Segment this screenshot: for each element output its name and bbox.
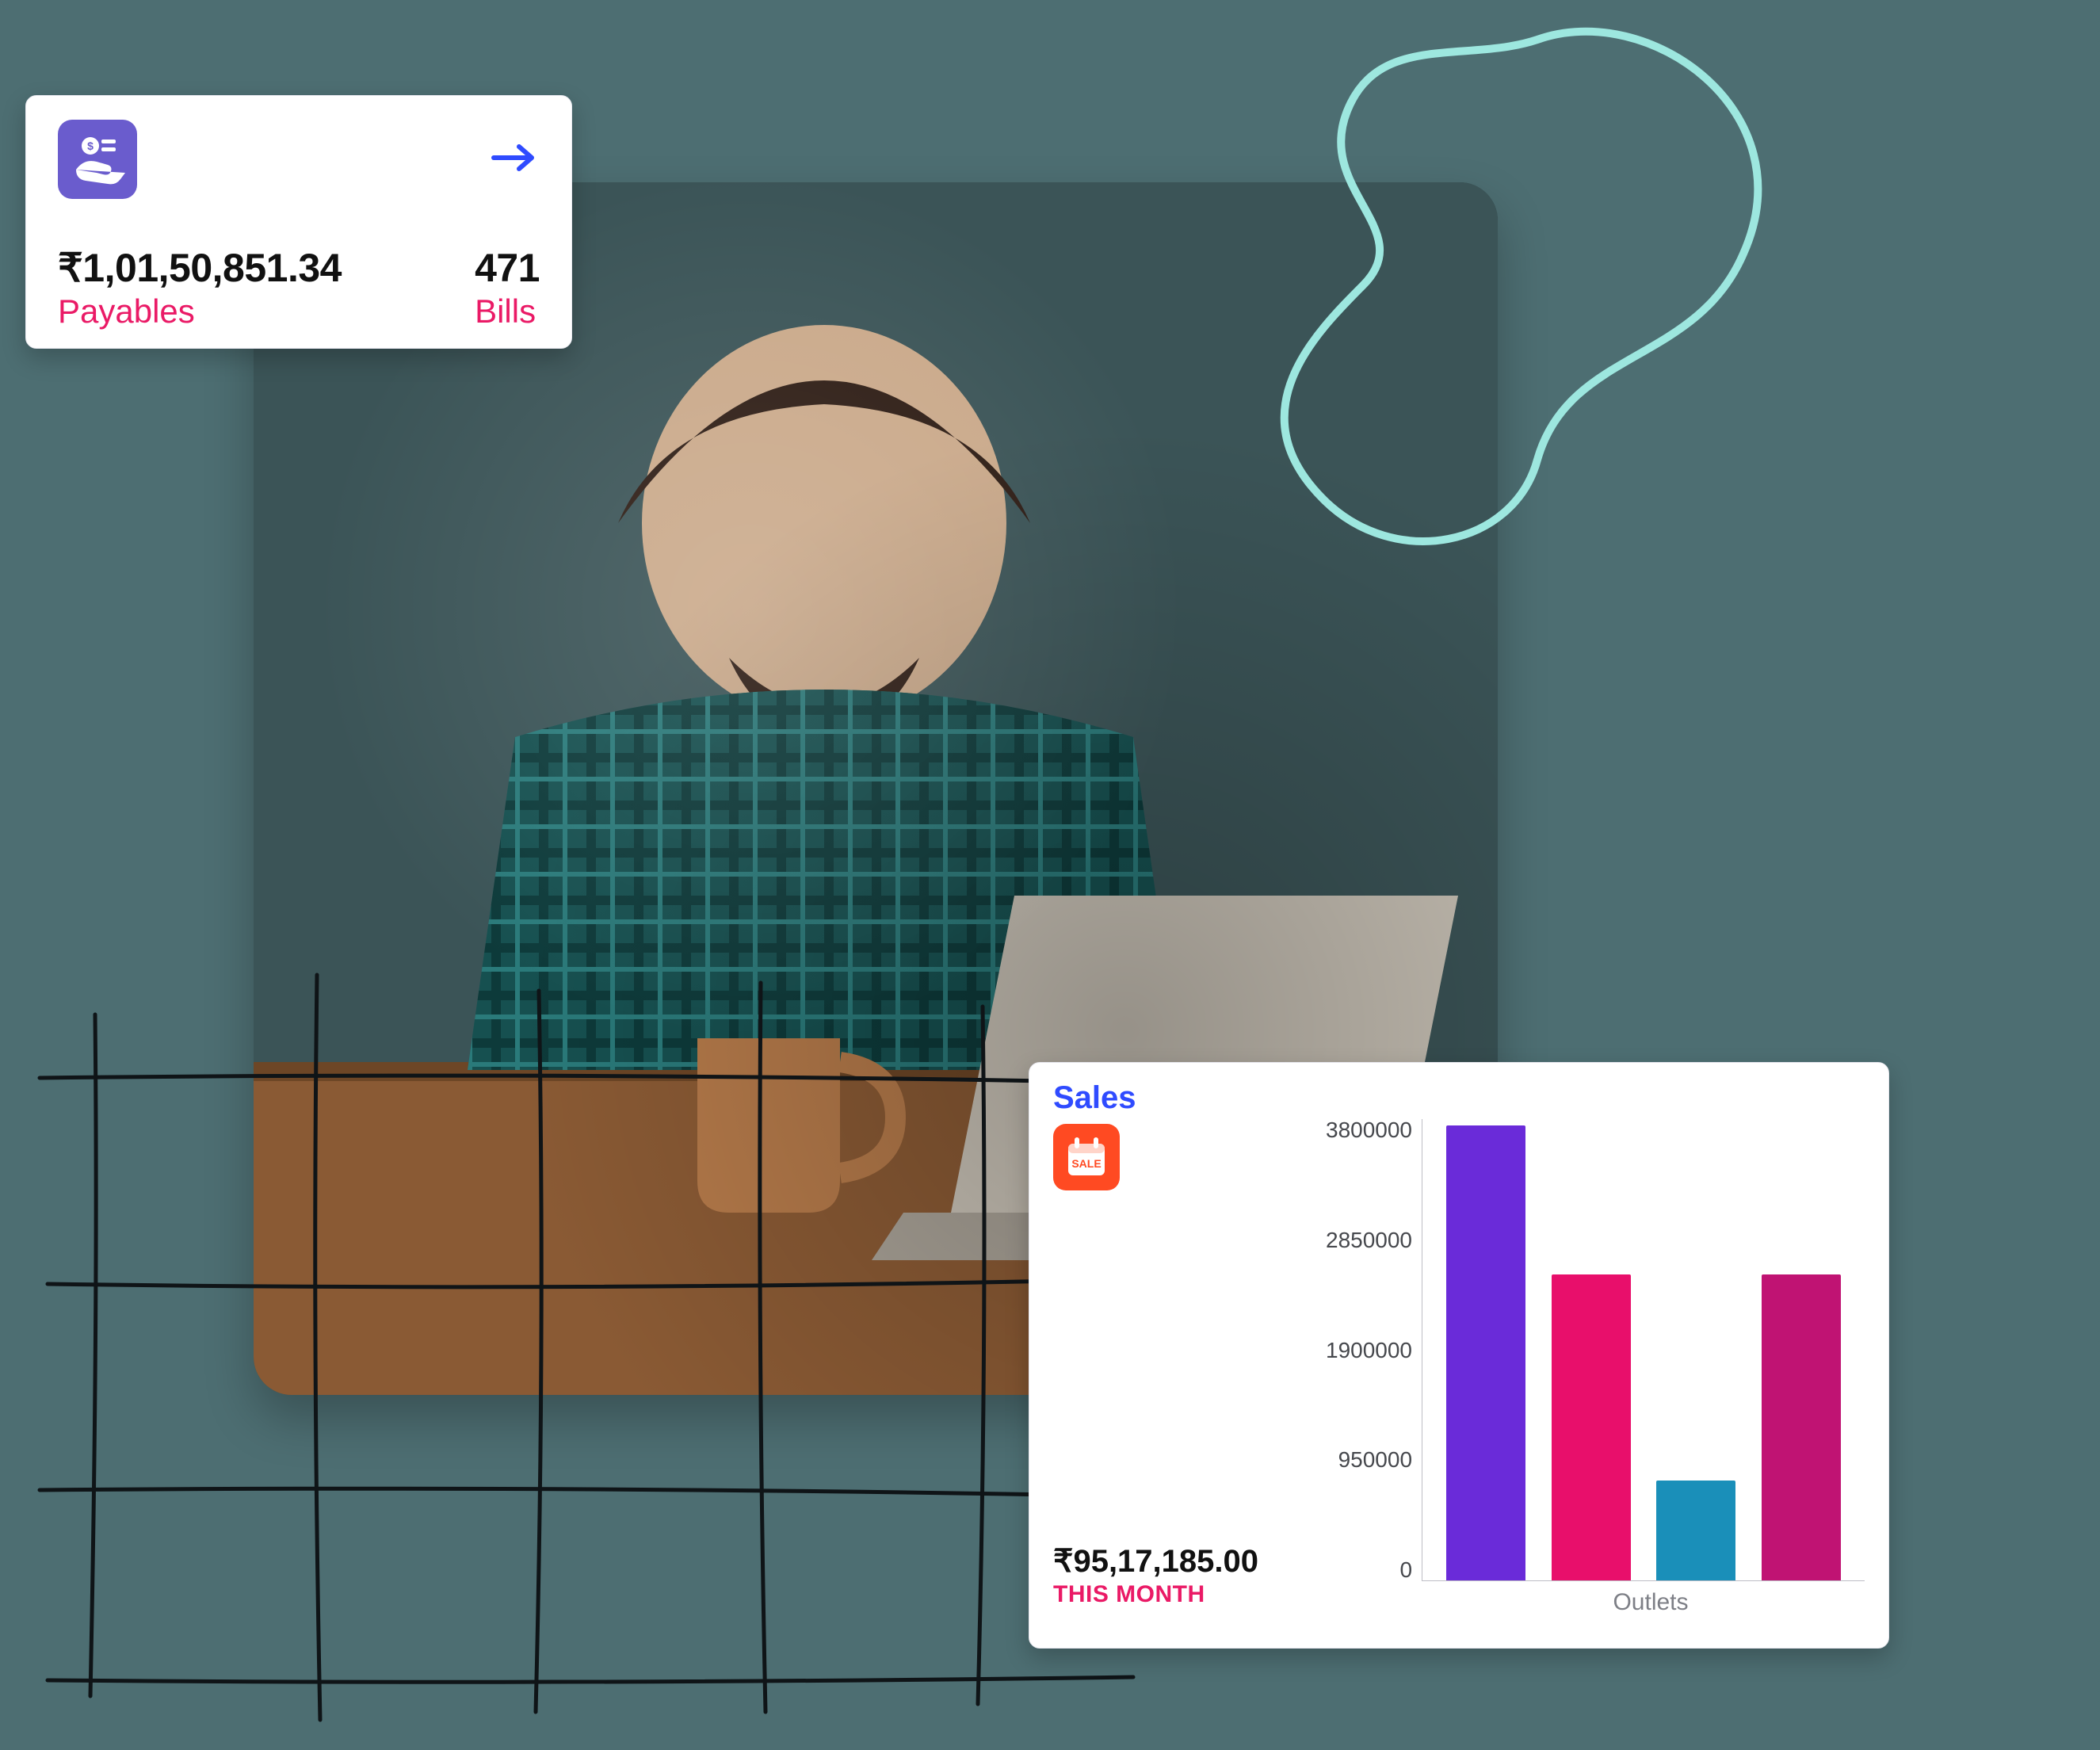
svg-text:$: $ (87, 139, 94, 152)
chart-y-tick: 3800000 (1326, 1119, 1412, 1141)
chart-bars-region (1422, 1119, 1865, 1581)
chart-bar (1656, 1481, 1735, 1580)
payables-summary-card: $ ₹1,01,50,851.34 Payables 471 Bills (25, 95, 572, 349)
sales-chart-card: Sales SALE ₹95,17,185.00 THIS MONTH (1029, 1062, 1889, 1649)
chart-y-tick: 1900000 (1326, 1339, 1412, 1362)
bills-count-block: 471 Bills (475, 245, 540, 331)
sales-amount: ₹95,17,185.00 (1053, 1543, 1307, 1580)
chart-bar (1446, 1125, 1525, 1580)
arrow-right-icon[interactable] (489, 142, 540, 178)
sales-bar-chart: 3800000 2850000 1900000 950000 0 Outlets (1326, 1119, 1865, 1616)
sales-card-title: Sales (1053, 1080, 1865, 1116)
chart-bar (1762, 1274, 1841, 1580)
chart-y-tick: 2850000 (1326, 1229, 1412, 1251)
chart-y-tick: 0 (1399, 1559, 1412, 1581)
payables-amount: ₹1,01,50,851.34 (58, 245, 342, 291)
sales-period-label: THIS MONTH (1053, 1581, 1307, 1608)
bills-label: Bills (475, 292, 536, 331)
sales-summary: ₹95,17,185.00 THIS MONTH (1053, 1543, 1307, 1608)
bills-count: 471 (475, 245, 540, 291)
chart-y-tick: 950000 (1338, 1449, 1412, 1471)
svg-text:SALE: SALE (1071, 1157, 1101, 1170)
chart-x-label: Outlets (1437, 1589, 1865, 1616)
money-hand-icon: $ (58, 120, 137, 199)
sale-calendar-icon: SALE (1053, 1124, 1120, 1190)
chart-bar (1552, 1274, 1631, 1580)
chart-y-axis: 3800000 2850000 1900000 950000 0 (1326, 1119, 1422, 1581)
payables-label: Payables (58, 292, 342, 331)
payables-amount-block: ₹1,01,50,851.34 Payables (58, 245, 342, 331)
